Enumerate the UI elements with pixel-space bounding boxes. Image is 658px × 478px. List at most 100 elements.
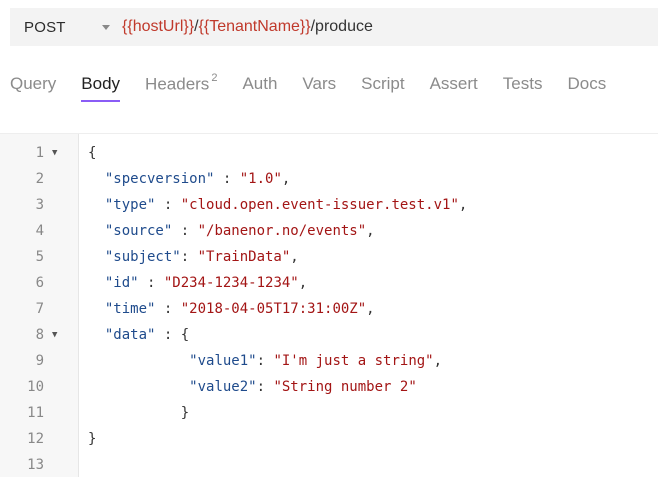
- code-line: 5 "subject": "TrainData",: [0, 244, 658, 270]
- json-punctuation: : {: [155, 327, 190, 343]
- tab-docs[interactable]: Docs: [567, 74, 606, 102]
- tab-label: Body: [81, 74, 121, 93]
- json-key: "id": [104, 275, 139, 291]
- code-text: "specversion" : "1.0",: [105, 166, 290, 192]
- tab-body[interactable]: Body: [81, 74, 120, 102]
- tab-label: Query: [10, 74, 57, 93]
- json-string: "I'm just a string": [273, 353, 434, 369]
- tab-label: Assert: [429, 74, 478, 93]
- tab-query[interactable]: Query: [10, 74, 56, 102]
- code-text: }: [181, 400, 189, 426]
- json-string: "cloud.open.event-issuer.test.v1": [180, 197, 459, 213]
- code-line: 4 "source" : "/banenor.no/events",: [0, 218, 658, 244]
- json-key: "specversion": [104, 171, 215, 187]
- tab-tests[interactable]: Tests: [503, 74, 543, 102]
- code-line: 8 ▼ "data" : {: [0, 322, 658, 348]
- json-string: "String number 2": [273, 379, 417, 395]
- json-punctuation: ,: [458, 197, 468, 213]
- tab-label: Vars: [302, 74, 337, 93]
- json-punctuation: ,: [366, 223, 375, 239]
- line-number: 8: [35, 327, 44, 343]
- json-punctuation: :: [214, 171, 240, 187]
- fold-arrow-icon[interactable]: ▼: [52, 140, 57, 166]
- line-number: 9: [35, 353, 44, 369]
- url-input[interactable]: {{hostUrl}}/{{TenantName}}/produce: [122, 18, 373, 36]
- json-key: "time": [104, 301, 156, 317]
- line-number: 6: [35, 275, 44, 291]
- json-string: "1.0": [239, 171, 282, 187]
- line-number: 11: [27, 405, 44, 421]
- code-line: 11}: [0, 400, 658, 426]
- tab-label: Script: [361, 74, 405, 93]
- line-number: 12: [27, 431, 44, 447]
- tab-assert[interactable]: Assert: [430, 74, 478, 102]
- method-selector[interactable]: POST: [24, 19, 94, 36]
- json-key: "value1": [189, 353, 257, 369]
- json-punctuation: :: [256, 379, 274, 395]
- code-line: 1 ▼ {: [0, 140, 658, 166]
- code-text: "source" : "/banenor.no/events",: [105, 218, 375, 244]
- code-line: 10 "value2": "String number 2": [0, 374, 658, 400]
- line-number: 3: [35, 197, 44, 213]
- json-punctuation: :: [155, 301, 181, 317]
- json-punctuation: ,: [366, 301, 375, 317]
- json-punctuation: }: [180, 405, 190, 421]
- tab-label: Tests: [502, 74, 543, 93]
- json-punctuation: :: [256, 353, 274, 369]
- json-key: "type": [104, 197, 156, 213]
- code-text: "type" : "cloud.open.event-issuer.test.v…: [105, 192, 467, 218]
- json-string: "2018-04-05T17:31:00Z": [180, 301, 367, 317]
- code-line: 12}: [0, 426, 658, 452]
- code-text: "value2": "String number 2": [189, 374, 417, 400]
- json-key: "data": [104, 327, 156, 343]
- line-number: 13: [27, 457, 44, 473]
- line-number: 2: [35, 171, 44, 187]
- code-text: "subject": "TrainData",: [105, 244, 299, 270]
- json-punctuation: :: [138, 275, 164, 291]
- json-punctuation: }: [88, 431, 97, 447]
- json-key: "subject": [104, 249, 181, 265]
- tab-auth[interactable]: Auth: [242, 74, 277, 102]
- json-punctuation: ,: [281, 171, 291, 187]
- tab-label: Auth: [242, 74, 278, 93]
- line-number: 7: [35, 301, 44, 317]
- code-line: 7 "time" : "2018-04-05T17:31:00Z",: [0, 296, 658, 322]
- url-var-host: {{hostUrl}}: [122, 18, 195, 35]
- json-punctuation: {: [88, 145, 97, 161]
- tab-headers[interactable]: Headers 2: [145, 72, 218, 103]
- tab-label: Headers: [145, 74, 210, 94]
- code-text: "id" : "D234-1234-1234",: [105, 270, 307, 296]
- code-text: }: [88, 426, 96, 452]
- url-var-tenant: {{TenantName}}: [198, 18, 311, 35]
- tab-script[interactable]: Script: [361, 74, 404, 102]
- line-number: 1: [35, 145, 44, 161]
- code-text: "time" : "2018-04-05T17:31:00Z",: [105, 296, 375, 322]
- code-line: 9 "value1": "I'm just a string",: [0, 348, 658, 374]
- line-number: 4: [35, 223, 44, 239]
- json-punctuation: :: [172, 223, 198, 239]
- code-line: 3 "type" : "cloud.open.event-issuer.test.…: [0, 192, 658, 218]
- tab-vars[interactable]: Vars: [302, 74, 336, 102]
- json-string: "D234-1234-1234": [163, 275, 299, 291]
- line-number: 5: [35, 249, 44, 265]
- json-key: "source": [104, 223, 173, 239]
- json-string: "/banenor.no/events": [197, 223, 367, 239]
- json-key: "value2": [189, 379, 257, 395]
- json-punctuation: :: [180, 249, 198, 265]
- json-punctuation: ,: [290, 249, 299, 265]
- json-string: "TrainData": [197, 249, 291, 265]
- request-tabs: Query Body Headers 2 Auth Vars Script Assert Tes…: [0, 72, 658, 108]
- tab-badge: 2: [211, 72, 218, 84]
- code-text: {: [88, 140, 96, 166]
- code-line: 13: [0, 452, 658, 478]
- chevron-down-icon[interactable]: [102, 24, 110, 30]
- code-text: "value1": "I'm just a string",: [189, 348, 442, 374]
- code-line: 6 "id" : "D234-1234-1234",: [0, 270, 658, 296]
- line-number: 10: [27, 379, 44, 395]
- body-editor[interactable]: 1 ▼ {2 "specversion" : "1.0", 3 "type" : "clo…: [0, 133, 658, 477]
- fold-arrow-icon[interactable]: ▼: [52, 322, 57, 348]
- url-path: /produce: [310, 18, 373, 35]
- code-text: "data" : {: [105, 322, 189, 348]
- json-punctuation: :: [155, 197, 181, 213]
- tab-label: Docs: [567, 74, 607, 93]
